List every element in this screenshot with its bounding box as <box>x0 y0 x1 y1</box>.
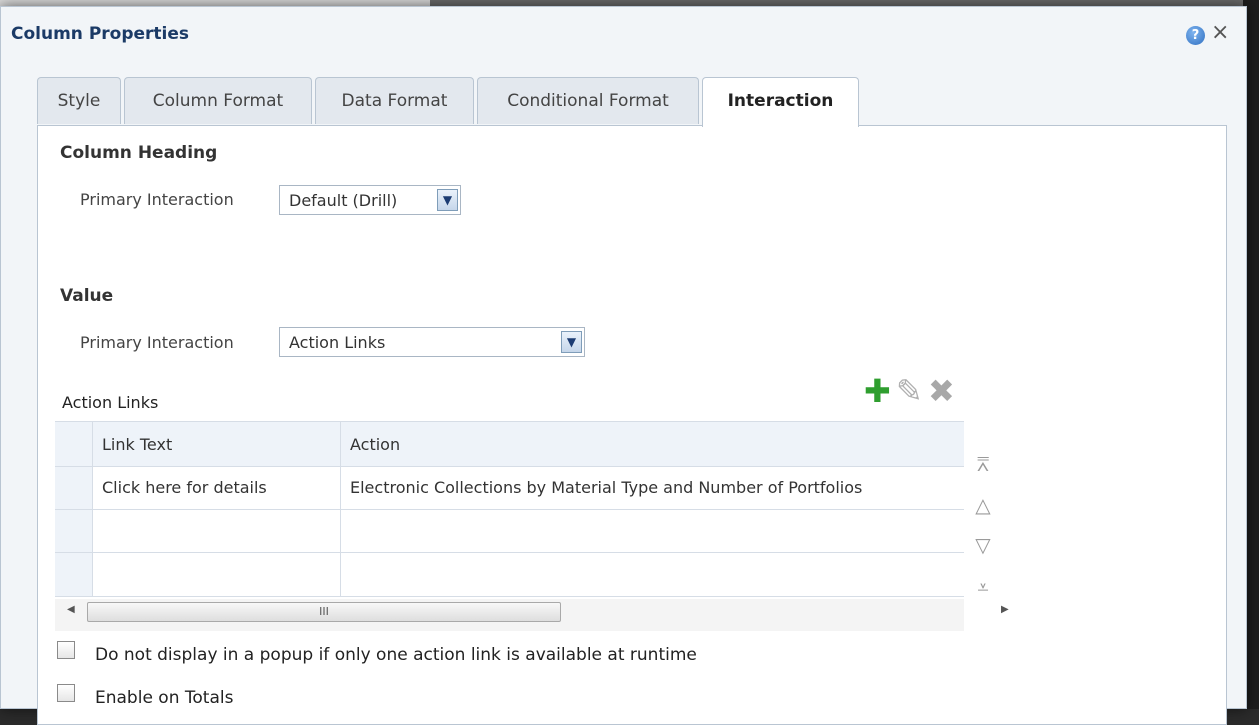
move-bottom-icon[interactable]: ⩡ <box>972 576 994 598</box>
tab-conditional-format[interactable]: Conditional Format <box>477 77 699 124</box>
close-icon[interactable]: × <box>1211 21 1229 45</box>
plus-icon[interactable]: ✚ <box>864 374 891 408</box>
value-primary-select[interactable]: Action Links ▼ <box>279 327 585 357</box>
table-header-row: Link Text Action <box>55 421 964 467</box>
chevron-down-icon[interactable]: ▼ <box>437 189 458 211</box>
tab-interaction[interactable]: Interaction <box>702 77 859 127</box>
help-icon[interactable]: ? <box>1186 26 1205 45</box>
value-primary-label: Primary Interaction <box>80 333 234 352</box>
table-row[interactable]: Click here for details Electronic Collec… <box>55 467 964 510</box>
column-heading-primary-select[interactable]: Default (Drill) ▼ <box>279 185 461 215</box>
value-title: Value <box>60 286 114 306</box>
link-text-cell[interactable] <box>93 510 341 552</box>
no-popup-label: Do not display in a popup if only one ac… <box>95 645 697 665</box>
move-down-icon[interactable]: ▽ <box>972 534 994 556</box>
chevron-down-icon[interactable]: ▼ <box>561 331 582 353</box>
scroll-right-icon[interactable]: ▶ <box>1001 604 1009 615</box>
row-selector[interactable] <box>55 553 93 596</box>
action-cell[interactable] <box>341 553 964 596</box>
table-row[interactable] <box>55 553 964 597</box>
column-heading-primary-label: Primary Interaction <box>80 190 234 209</box>
action-cell[interactable]: Electronic Collections by Material Type … <box>341 467 964 509</box>
tab-data-format[interactable]: Data Format <box>315 77 474 124</box>
scroll-left-icon[interactable]: ◀ <box>67 604 75 615</box>
action-links-label: Action Links <box>62 393 159 412</box>
column-header-action[interactable]: Action <box>341 422 964 466</box>
column-header-link-text[interactable]: Link Text <box>93 422 341 466</box>
link-text-cell[interactable] <box>93 553 341 596</box>
scrollbar-thumb[interactable]: III <box>87 602 561 622</box>
table-row[interactable] <box>55 510 964 553</box>
row-selector[interactable] <box>55 467 93 509</box>
column-heading-primary-value: Default (Drill) <box>289 191 398 210</box>
link-text-cell[interactable]: Click here for details <box>93 467 341 509</box>
row-selector-header <box>55 422 93 466</box>
enable-totals-checkbox[interactable] <box>57 684 75 702</box>
horizontal-scrollbar[interactable]: ◀ III ▶ <box>55 599 1009 631</box>
x-icon[interactable]: ✖ <box>928 374 955 408</box>
row-selector[interactable] <box>55 510 93 552</box>
enable-totals-label: Enable on Totals <box>95 688 234 708</box>
tab-style[interactable]: Style <box>37 77 121 124</box>
pencil-icon[interactable]: ✎ <box>896 374 923 408</box>
no-popup-checkbox[interactable] <box>57 641 75 659</box>
move-up-icon[interactable]: △ <box>972 494 994 516</box>
column-heading-title: Column Heading <box>60 143 218 163</box>
move-top-icon[interactable]: ⩞ <box>972 453 994 475</box>
dialog-title: Column Properties <box>11 24 190 44</box>
value-primary-value: Action Links <box>289 333 386 352</box>
action-cell[interactable] <box>341 510 964 552</box>
tab-column-format[interactable]: Column Format <box>124 77 312 124</box>
